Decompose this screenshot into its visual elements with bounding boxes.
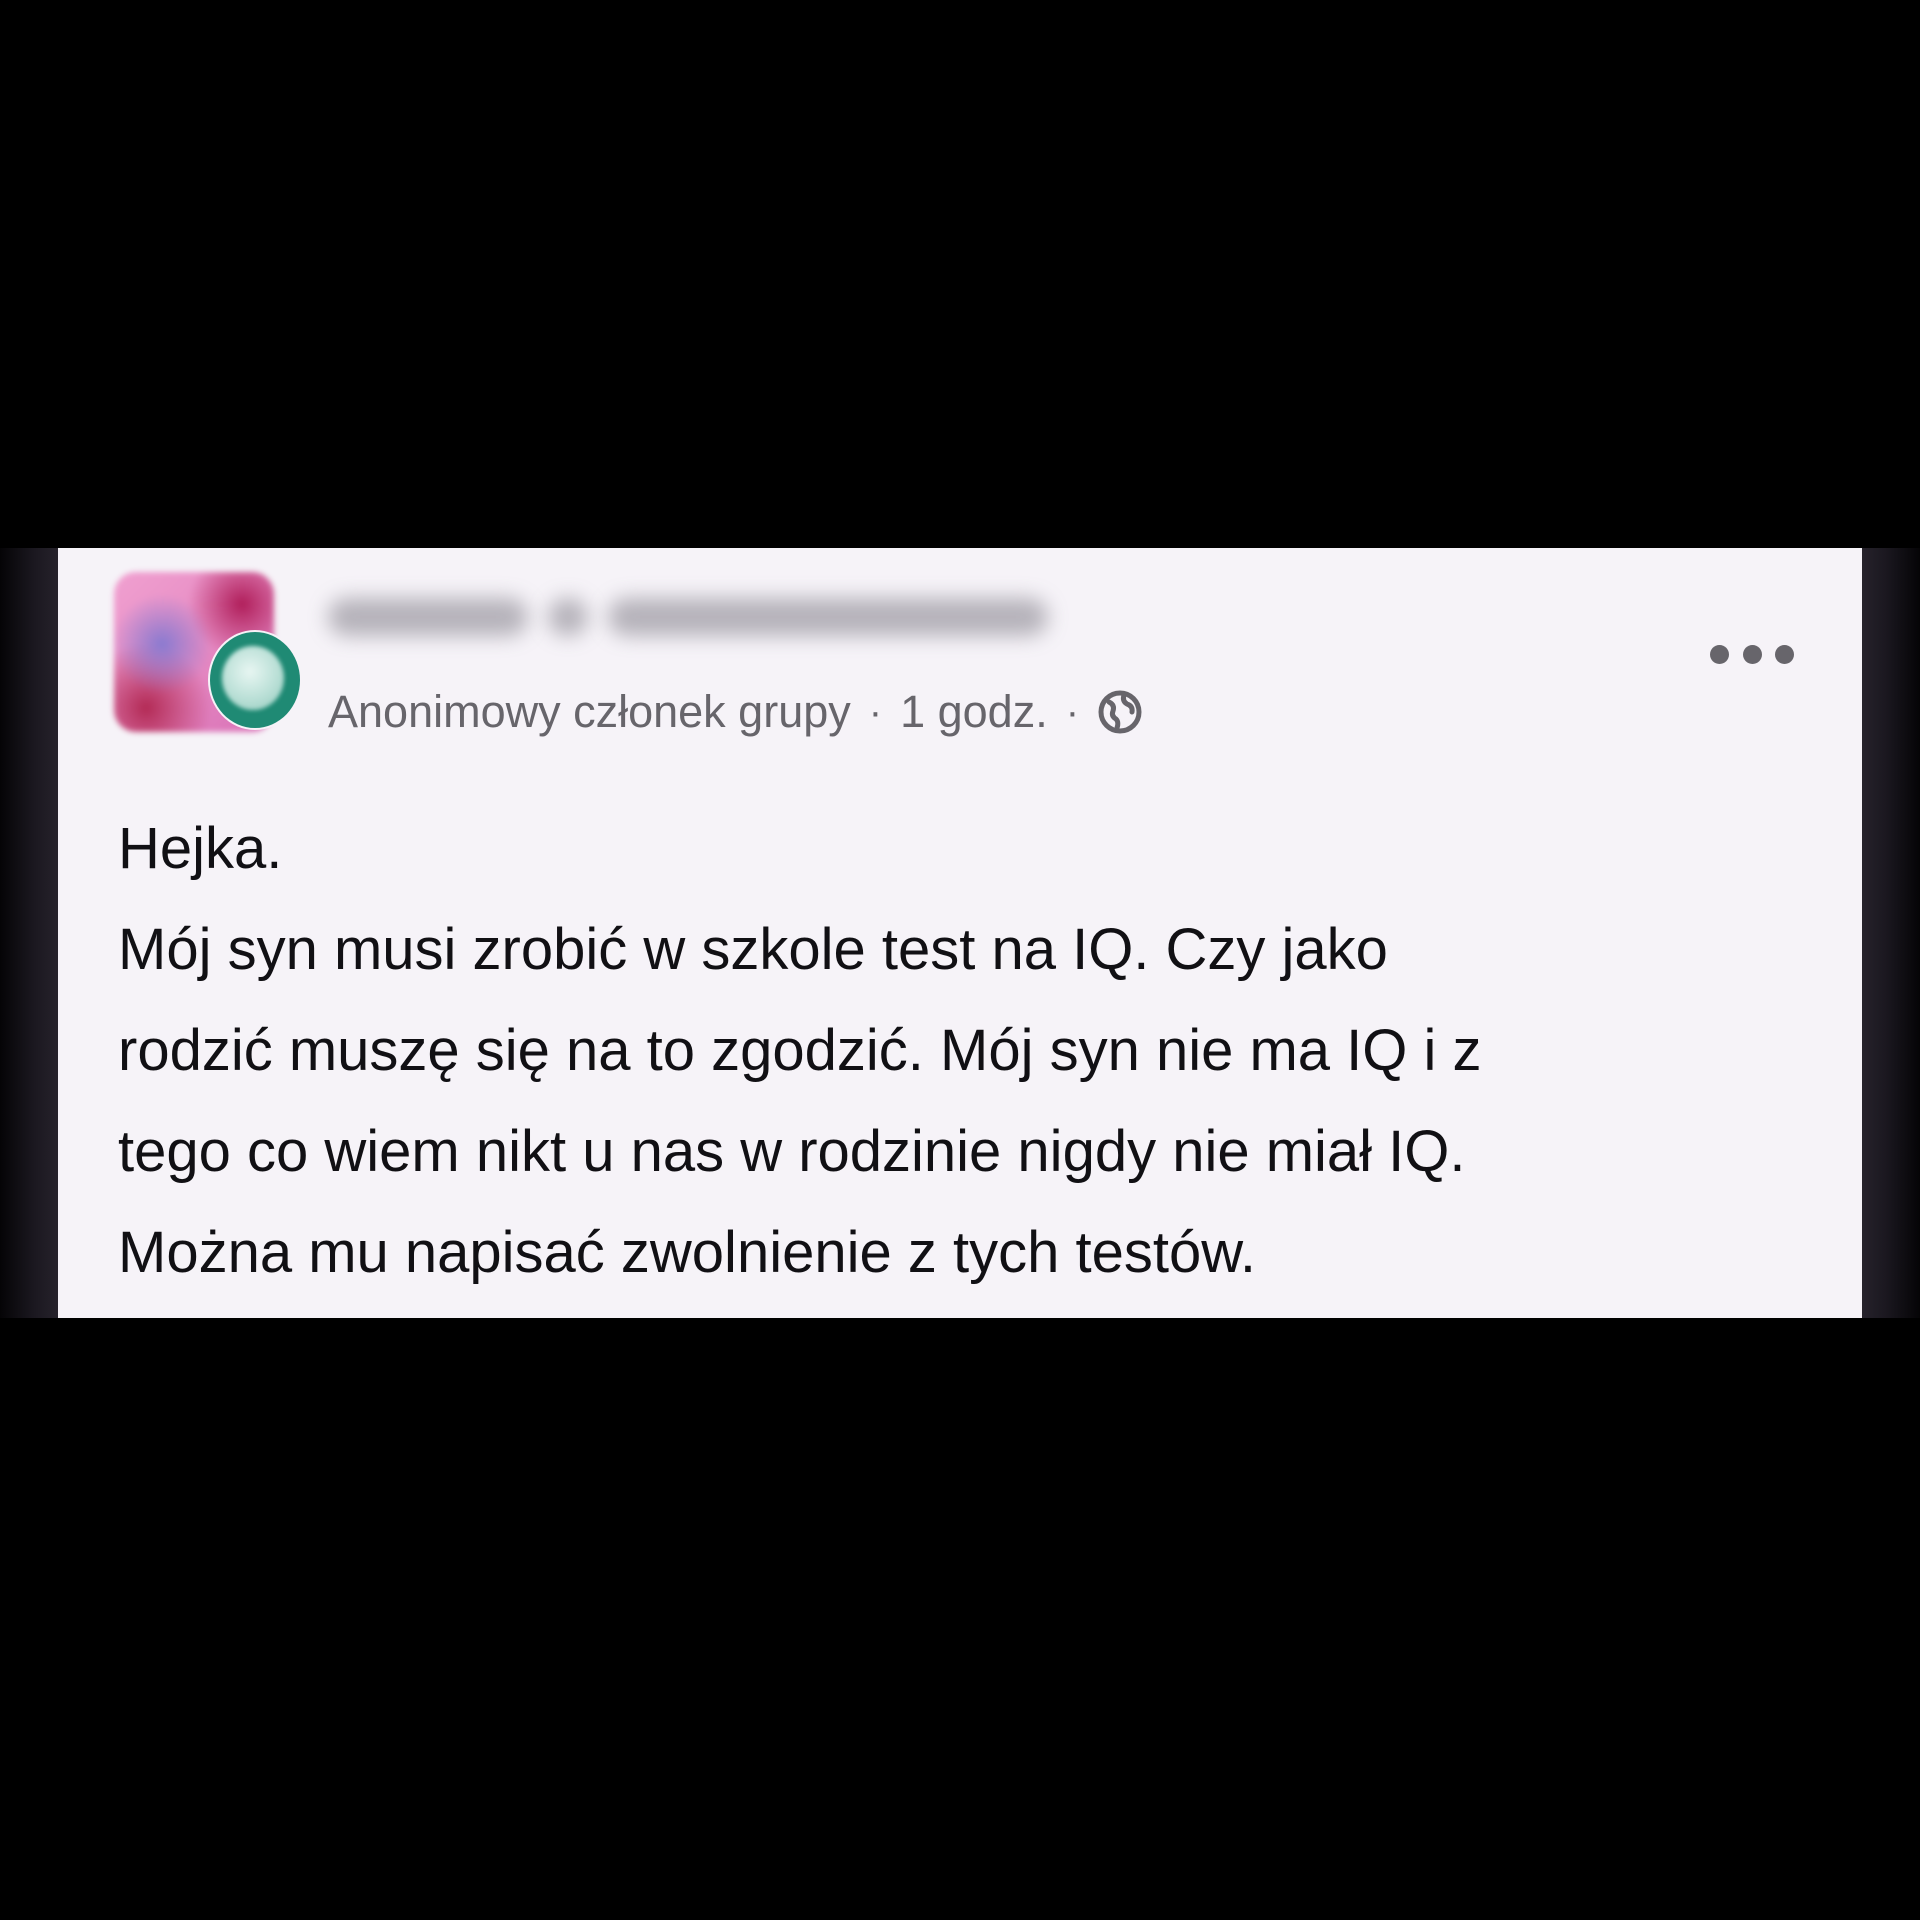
post-body: Hejka. Mój syn musi zrobić w szkole test… [118, 798, 1818, 1303]
more-options-button[interactable] [1710, 634, 1794, 674]
anonymous-member-badge [210, 632, 300, 728]
post-timestamp[interactable]: 1 godz. [900, 686, 1048, 738]
screen-photo: Anonimowy członek grupy · 1 godz. · Hejk… [0, 548, 1920, 1318]
blur-segment [608, 598, 1048, 636]
meta-separator: · [1065, 689, 1080, 734]
group-name-blurred[interactable] [328, 598, 1048, 636]
device-edge-left [0, 548, 58, 1318]
blur-segment [328, 598, 528, 636]
avatar[interactable] [114, 572, 300, 734]
post-text-line: tego co wiem nikt u nas w rodzinie nigdy… [118, 1119, 1466, 1184]
post-text-line: Hejka. [118, 816, 283, 881]
post-meta: Anonimowy członek grupy · 1 godz. · [328, 686, 1143, 738]
blur-segment [548, 598, 588, 636]
globe-icon[interactable] [1097, 689, 1143, 735]
device-edge-right [1862, 548, 1920, 1318]
more-options-icon [1742, 644, 1762, 664]
post-card: Anonimowy członek grupy · 1 godz. · Hejk… [58, 548, 1862, 1318]
more-options-icon [1710, 644, 1729, 664]
meta-separator: · [868, 689, 883, 734]
post-text-line: Można mu napisać zwolnienie z tych testó… [118, 1220, 1256, 1285]
more-options-icon [1775, 644, 1794, 664]
anonymous-member-icon [222, 646, 284, 710]
post-text-line: rodzić muszę się na to zgodzić. Mój syn … [118, 1018, 1482, 1083]
author-label[interactable]: Anonimowy członek grupy [328, 686, 851, 738]
post-text-line: Mój syn musi zrobić w szkole test na IQ.… [118, 917, 1388, 982]
